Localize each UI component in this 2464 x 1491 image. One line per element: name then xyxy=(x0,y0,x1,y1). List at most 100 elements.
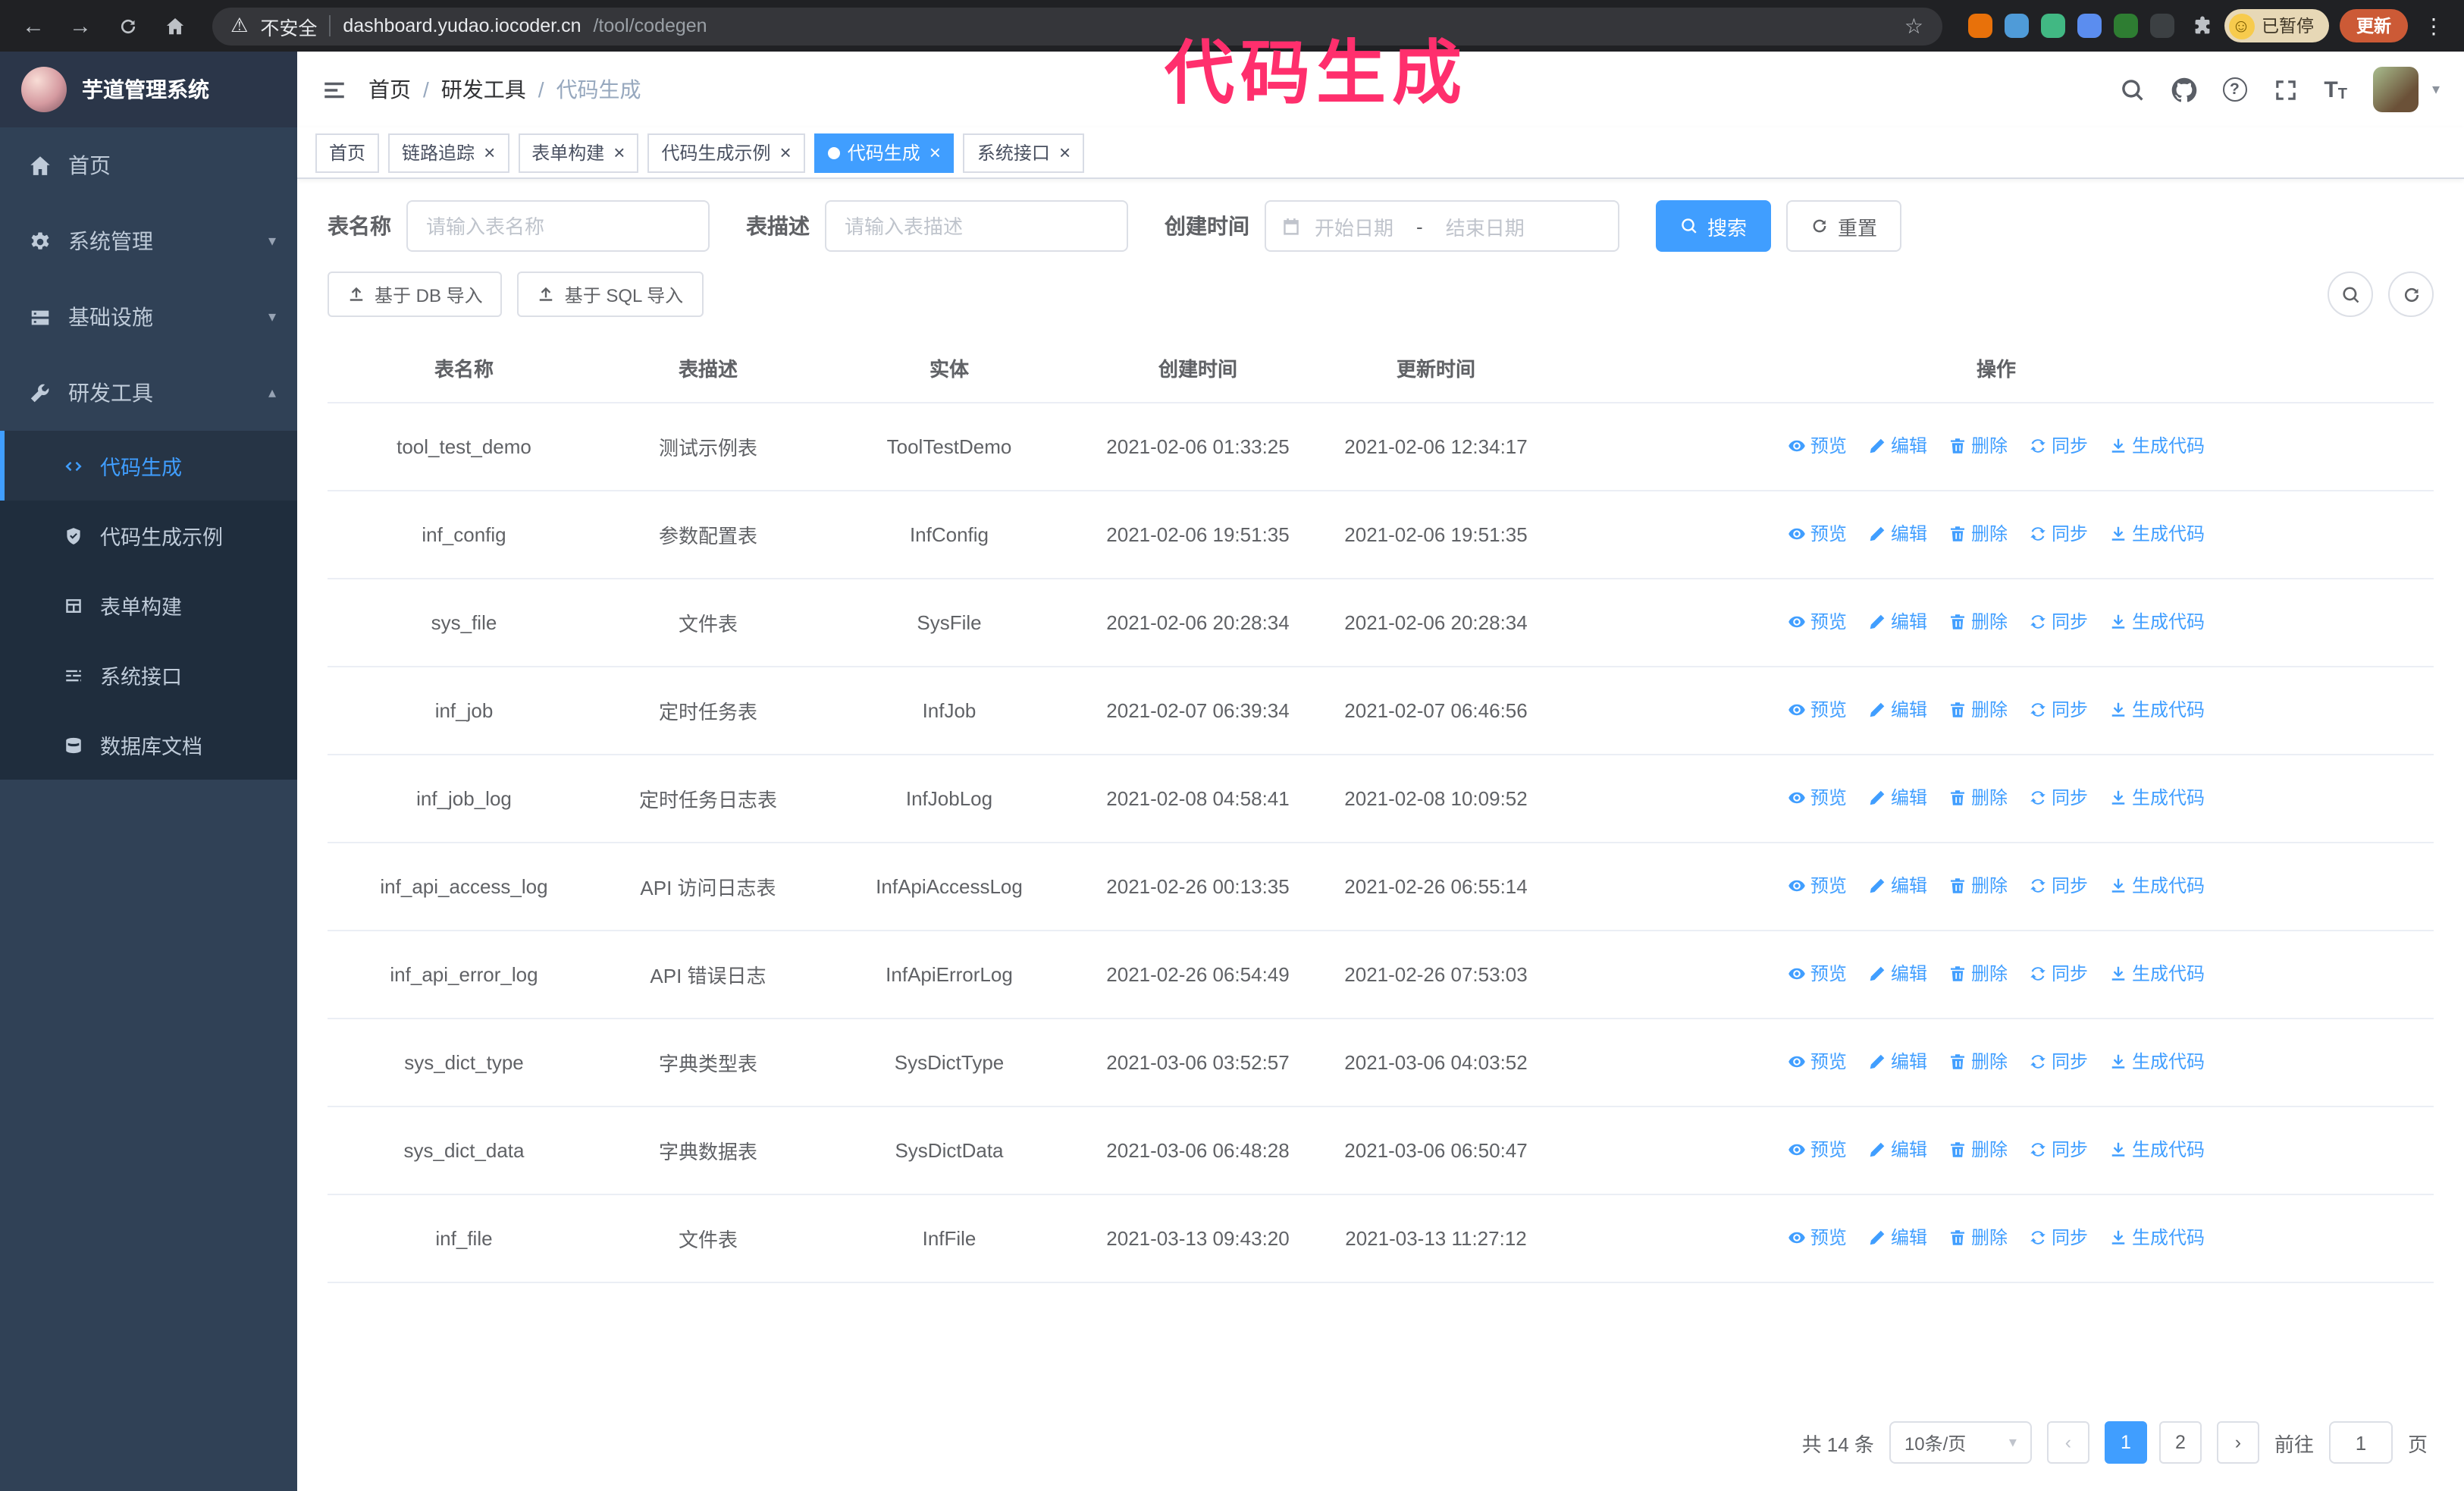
breadcrumb-item[interactable]: 首页 xyxy=(368,74,411,105)
extension-icon-green[interactable] xyxy=(2113,14,2137,38)
action-edit-link[interactable]: 编辑 xyxy=(1868,521,1927,547)
import-sql-button[interactable]: 基于 SQL 导入 xyxy=(517,272,704,317)
action-sync-link[interactable]: 同步 xyxy=(2029,1137,2088,1163)
sidebar-item-gear[interactable]: 系统管理 ▾ xyxy=(0,203,297,279)
action-edit-link[interactable]: 编辑 xyxy=(1868,1049,1927,1075)
github-icon[interactable] xyxy=(2171,77,2196,102)
extension-icon-vue[interactable] xyxy=(2040,14,2064,38)
update-button[interactable]: 更新 xyxy=(2340,9,2408,42)
action-trash-link[interactable]: 删除 xyxy=(1948,1137,2008,1163)
view-tab[interactable]: 首页 xyxy=(315,133,380,172)
action-edit-link[interactable]: 编辑 xyxy=(1868,873,1927,899)
extension-icon-blue-drop[interactable] xyxy=(2004,14,2028,38)
action-gen-link[interactable]: 生成代码 xyxy=(2109,697,2205,723)
table-name-input[interactable] xyxy=(406,200,710,252)
action-eye-link[interactable]: 预览 xyxy=(1788,609,1847,635)
extension-icon-dark[interactable] xyxy=(2149,14,2174,38)
sidebar-subitem-code[interactable]: 代码生成 xyxy=(0,431,297,501)
sidebar-item-server[interactable]: 基础设施 ▾ xyxy=(0,279,297,355)
action-trash-link[interactable]: 删除 xyxy=(1948,697,2008,723)
action-sync-link[interactable]: 同步 xyxy=(2029,1049,2088,1075)
sidebar-item-home[interactable]: 首页 xyxy=(0,127,297,203)
home-icon[interactable] xyxy=(156,8,193,44)
action-edit-link[interactable]: 编辑 xyxy=(1868,1225,1927,1251)
view-tab[interactable]: 表单构建 × xyxy=(518,133,639,172)
action-trash-link[interactable]: 删除 xyxy=(1948,1049,2008,1075)
browser-menu-icon[interactable]: ⋮ xyxy=(2419,13,2449,39)
action-eye-link[interactable]: 预览 xyxy=(1788,521,1847,547)
table-desc-input[interactable] xyxy=(825,200,1128,252)
page-button-2[interactable]: 2 xyxy=(2158,1421,2202,1464)
action-edit-link[interactable]: 编辑 xyxy=(1868,1137,1927,1163)
action-sync-link[interactable]: 同步 xyxy=(2029,1225,2088,1251)
action-edit-link[interactable]: 编辑 xyxy=(1868,697,1927,723)
close-icon[interactable]: × xyxy=(780,143,792,162)
action-sync-link[interactable]: 同步 xyxy=(2029,609,2088,635)
action-eye-link[interactable]: 预览 xyxy=(1788,961,1847,987)
action-trash-link[interactable]: 删除 xyxy=(1948,1225,2008,1251)
sidebar-subitem-api[interactable]: 系统接口 xyxy=(0,640,297,710)
close-icon[interactable]: × xyxy=(484,143,495,162)
chevron-down-icon[interactable]: ▾ xyxy=(2432,81,2440,98)
extensions-puzzle-icon[interactable] xyxy=(2190,14,2213,37)
close-icon[interactable]: × xyxy=(1059,143,1071,162)
action-gen-link[interactable]: 生成代码 xyxy=(2109,961,2205,987)
action-eye-link[interactable]: 预览 xyxy=(1788,873,1847,899)
search-button[interactable]: 搜索 xyxy=(1656,200,1772,252)
action-eye-link[interactable]: 预览 xyxy=(1788,1225,1847,1251)
action-gen-link[interactable]: 生成代码 xyxy=(2109,433,2205,459)
action-sync-link[interactable]: 同步 xyxy=(2029,433,2088,459)
date-range-picker[interactable]: 开始日期 - 结束日期 xyxy=(1265,200,1619,252)
action-trash-link[interactable]: 删除 xyxy=(1948,961,2008,987)
view-tab[interactable]: 链路追踪 × xyxy=(388,133,509,172)
action-eye-link[interactable]: 预览 xyxy=(1788,1049,1847,1075)
view-tab[interactable]: 代码生成示例 × xyxy=(647,133,805,172)
action-trash-link[interactable]: 删除 xyxy=(1948,521,2008,547)
action-gen-link[interactable]: 生成代码 xyxy=(2109,873,2205,899)
action-edit-link[interactable]: 编辑 xyxy=(1868,785,1927,811)
extension-icon-people[interactable] xyxy=(2077,14,2101,38)
forward-icon[interactable]: → xyxy=(62,8,99,44)
action-trash-link[interactable]: 删除 xyxy=(1948,785,2008,811)
action-trash-link[interactable]: 删除 xyxy=(1948,873,2008,899)
action-sync-link[interactable]: 同步 xyxy=(2029,873,2088,899)
action-edit-link[interactable]: 编辑 xyxy=(1868,433,1927,459)
action-gen-link[interactable]: 生成代码 xyxy=(2109,785,2205,811)
prev-page-button[interactable]: ‹ xyxy=(2046,1421,2089,1464)
action-eye-link[interactable]: 预览 xyxy=(1788,1137,1847,1163)
page-button-1[interactable]: 1 xyxy=(2104,1421,2147,1464)
action-sync-link[interactable]: 同步 xyxy=(2029,521,2088,547)
view-tab[interactable]: 系统接口 × xyxy=(963,133,1085,172)
action-sync-link[interactable]: 同步 xyxy=(2029,961,2088,987)
page-size-select[interactable]: 10条/页 ▾ xyxy=(1889,1421,2032,1464)
action-trash-link[interactable]: 删除 xyxy=(1948,609,2008,635)
action-gen-link[interactable]: 生成代码 xyxy=(2109,1225,2205,1251)
bookmark-star-icon[interactable]: ☆ xyxy=(1904,13,1923,39)
reset-button[interactable]: 重置 xyxy=(1786,200,1902,252)
action-sync-link[interactable]: 同步 xyxy=(2029,697,2088,723)
help-icon[interactable]: ? xyxy=(2222,77,2247,102)
user-avatar[interactable] xyxy=(2372,67,2419,112)
fullscreen-icon[interactable] xyxy=(2272,77,2298,102)
action-gen-link[interactable]: 生成代码 xyxy=(2109,1049,2205,1075)
sidebar-subitem-db[interactable]: 数据库文档 xyxy=(0,710,297,780)
toggle-search-button[interactable] xyxy=(2328,272,2373,317)
action-gen-link[interactable]: 生成代码 xyxy=(2109,1137,2205,1163)
sidebar-subitem-table[interactable]: 表单构建 xyxy=(0,570,297,640)
breadcrumb-item[interactable]: 研发工具 xyxy=(441,74,526,105)
action-edit-link[interactable]: 编辑 xyxy=(1868,609,1927,635)
action-trash-link[interactable]: 删除 xyxy=(1948,433,2008,459)
profile-paused-chip[interactable]: ☺ 已暂停 xyxy=(2224,9,2329,42)
action-eye-link[interactable]: 预览 xyxy=(1788,433,1847,459)
view-tab[interactable]: 代码生成 × xyxy=(813,133,955,172)
search-icon[interactable] xyxy=(2119,77,2145,102)
next-page-button[interactable]: › xyxy=(2216,1421,2259,1464)
font-size-icon[interactable]: TT xyxy=(2324,77,2347,102)
action-gen-link[interactable]: 生成代码 xyxy=(2109,609,2205,635)
close-icon[interactable]: × xyxy=(929,143,941,162)
extension-icon-orange[interactable] xyxy=(1967,14,1992,38)
sidebar-subitem-shield[interactable]: 代码生成示例 xyxy=(0,501,297,570)
close-icon[interactable]: × xyxy=(613,143,625,162)
refresh-table-button[interactable] xyxy=(2388,272,2434,317)
import-db-button[interactable]: 基于 DB 导入 xyxy=(328,272,503,317)
